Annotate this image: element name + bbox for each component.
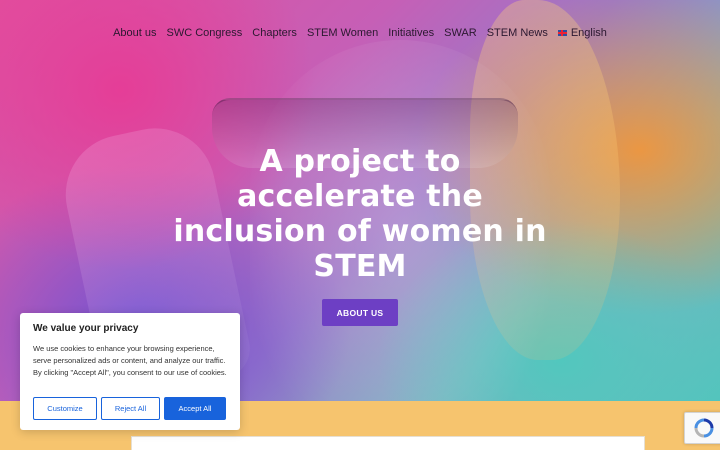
customize-button[interactable]: Customize	[33, 397, 97, 420]
about-us-button[interactable]: ABOUT US	[322, 299, 398, 326]
nav-item-stem-news[interactable]: STEM News	[487, 27, 548, 39]
main-nav: About us SWC Congress Chapters STEM Wome…	[0, 27, 720, 39]
cookie-banner-title: We value your privacy	[33, 323, 139, 334]
recaptcha-icon	[694, 418, 714, 438]
language-switcher[interactable]: English	[557, 27, 607, 39]
nav-item-swc-congress[interactable]: SWC Congress	[167, 27, 243, 39]
cookie-banner-text: We use cookies to enhance your browsing …	[33, 344, 227, 377]
nav-item-swar[interactable]: SWAR	[444, 27, 477, 39]
nav-item-chapters[interactable]: Chapters	[252, 27, 297, 39]
hero-headline: A project to accelerate the inclusion of…	[173, 144, 547, 284]
accept-all-button[interactable]: Accept All	[164, 397, 226, 420]
uk-flag-icon	[557, 30, 567, 36]
nav-item-about-us[interactable]: About us	[113, 27, 156, 39]
cookie-banner-actions: Customize Reject All Accept All	[33, 397, 226, 420]
reject-all-button[interactable]: Reject All	[101, 397, 160, 420]
nav-item-initiatives[interactable]: Initiatives	[388, 27, 434, 39]
cookie-consent-banner: We value your privacy We use cookies to …	[20, 313, 240, 430]
language-label: English	[570, 27, 607, 39]
recaptcha-badge[interactable]	[684, 412, 720, 444]
nav-item-stem-women[interactable]: STEM Women	[307, 27, 378, 39]
content-card	[131, 436, 645, 450]
